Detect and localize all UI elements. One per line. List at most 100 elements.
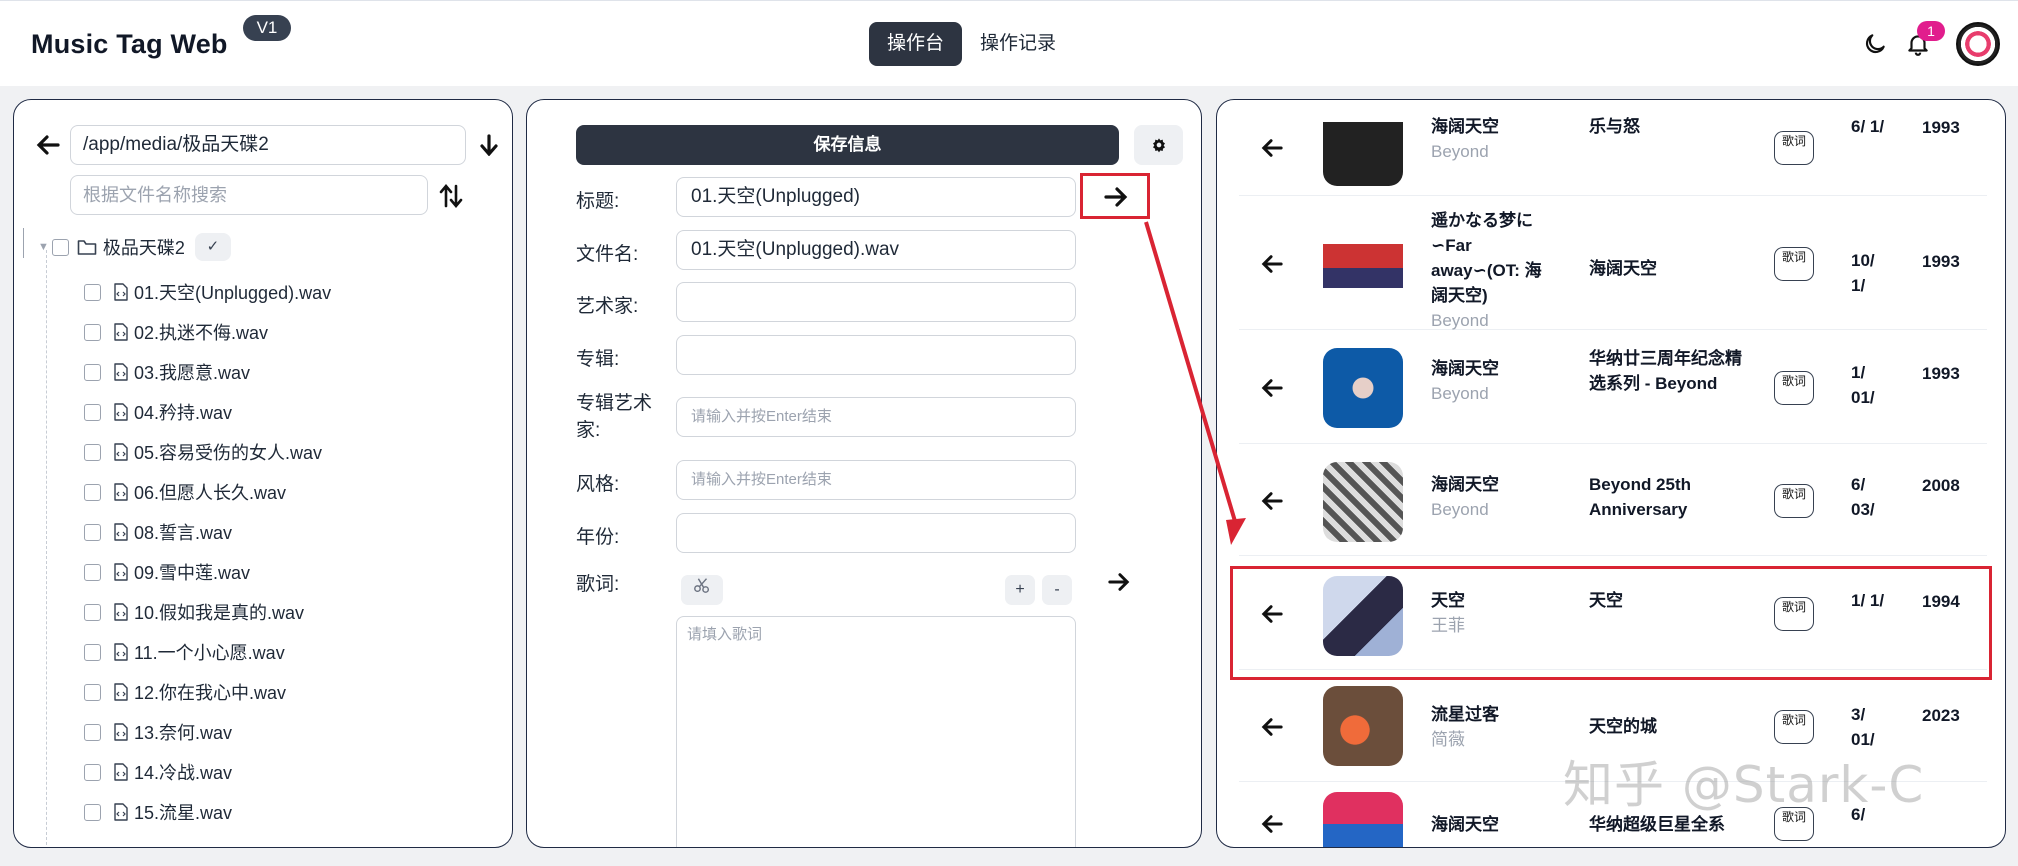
file-item[interactable]: 03.我愿意.wav xyxy=(84,352,331,392)
file-item[interactable]: 01.天空(Unplugged).wav xyxy=(84,272,331,312)
moon-icon[interactable] xyxy=(1862,31,1888,57)
title-field[interactable]: 01.天空(Unplugged) xyxy=(676,177,1076,217)
song-date: 1/ 01/ xyxy=(1851,363,1875,407)
song-result-row[interactable]: 海阔天空 Beyond 乐与怒 歌词 6/ 1/1993 xyxy=(1239,100,1987,196)
file-checkbox[interactable] xyxy=(84,403,101,421)
song-artist: Beyond xyxy=(1431,142,1489,161)
check-icon[interactable]: ✓ xyxy=(194,233,231,261)
lyrics-offset-minus-button[interactable]: - xyxy=(1042,575,1072,605)
app-title[interactable]: Music Tag Web xyxy=(31,29,228,60)
audio-file-icon xyxy=(114,683,128,701)
song-title-block: 海阔天空 Beyond xyxy=(1431,472,1551,522)
file-list: 01.天空(Unplugged).wav 02.执迷不侮.wav 03.我愿意.wa… xyxy=(84,272,331,832)
audio-file-icon xyxy=(114,443,128,461)
file-checkbox[interactable] xyxy=(84,563,101,581)
lyrics-badge[interactable]: 歌词 xyxy=(1774,247,1814,281)
highlight-box xyxy=(1230,566,1992,680)
arrow-left-icon[interactable] xyxy=(1261,491,1283,511)
lyrics-textarea[interactable]: 请填入歌词 xyxy=(676,616,1076,847)
album-cover-image xyxy=(1323,348,1403,428)
file-item[interactable]: 13.奈何.wav xyxy=(84,712,331,752)
tab-operation-log[interactable]: 操作记录 xyxy=(962,22,1074,66)
song-title-block: 流星过客 简薇 xyxy=(1431,702,1551,752)
lyrics-badge[interactable]: 歌词 xyxy=(1774,371,1814,405)
settings-button[interactable] xyxy=(1134,125,1183,165)
lyrics-tool-button[interactable] xyxy=(681,575,723,605)
file-item[interactable]: 02.执迷不侮.wav xyxy=(84,312,331,352)
file-item[interactable]: 14.冷战.wav xyxy=(84,752,331,792)
file-name: 03.我愿意.wav xyxy=(134,363,251,383)
caret-down-icon[interactable]: ▼ xyxy=(38,241,49,253)
file-checkbox[interactable] xyxy=(84,283,101,301)
save-info-button[interactable]: 保存信息 xyxy=(576,125,1119,165)
file-item[interactable]: 09.雪中莲.wav xyxy=(84,552,331,592)
song-title-block: 遥かなる梦に∽Far away∽(OT: 海阔天空) Beyond xyxy=(1431,208,1551,333)
file-name: 15.流星.wav xyxy=(134,803,233,823)
year-field[interactable] xyxy=(676,513,1076,553)
song-result-row[interactable]: 海阔天空 Beyond 华纳廿三周年纪念精选系列 - Beyond 歌词 1/ 01/1… xyxy=(1239,332,1987,444)
file-item[interactable]: 11.一个小心愿.wav xyxy=(84,632,331,672)
arrow-left-icon[interactable] xyxy=(1261,378,1283,398)
album-cover-image xyxy=(1323,686,1403,766)
search-results-panel: 海阔天空 Beyond 乐与怒 歌词 6/ 1/1993 遥かなる梦に∽Far away∽… xyxy=(1216,99,2006,848)
artist-field[interactable] xyxy=(676,282,1076,322)
album-cover-image xyxy=(1323,106,1403,186)
file-checkbox[interactable] xyxy=(84,763,101,781)
file-item[interactable]: 10.假如我是真的.wav xyxy=(84,592,331,632)
filename-label: 文件名: xyxy=(576,244,639,265)
lyrics-badge[interactable]: 歌词 xyxy=(1774,131,1814,165)
album-artist-field[interactable]: 请输入并按Enter结束 xyxy=(676,397,1076,437)
tab-console[interactable]: 操作台 xyxy=(869,22,963,66)
avatar[interactable] xyxy=(1956,22,2000,66)
sort-icon[interactable] xyxy=(438,183,464,209)
file-item[interactable]: 08.誓言.wav xyxy=(84,512,331,552)
song-title: 海阔天空 xyxy=(1431,359,1499,378)
file-checkbox[interactable] xyxy=(84,483,101,501)
song-artist: 简薇 xyxy=(1431,730,1465,749)
filename-field[interactable]: 01.天空(Unplugged).wav xyxy=(676,230,1076,270)
arrow-down-icon[interactable] xyxy=(480,134,498,156)
song-result-row[interactable]: 遥かなる梦に∽Far away∽(OT: 海阔天空) Beyond 海阔天空 歌词 10… xyxy=(1239,198,1987,330)
folder-node[interactable]: ▼ 极品天碟2 ✓ xyxy=(38,232,231,262)
audio-file-icon xyxy=(114,323,128,341)
file-checkbox[interactable] xyxy=(84,603,101,621)
file-item[interactable]: 12.你在我心中.wav xyxy=(84,672,331,712)
lyrics-badge[interactable]: 歌词 xyxy=(1774,710,1814,744)
arrow-left-icon[interactable] xyxy=(1261,138,1283,158)
file-name: 14.冷战.wav xyxy=(134,763,233,783)
file-checkbox[interactable] xyxy=(84,723,101,741)
audio-file-icon xyxy=(114,363,128,381)
song-result-row[interactable]: 海阔天空 Beyond Beyond 25th Anniversary 歌词 6/ 03… xyxy=(1239,446,1987,556)
album-field[interactable] xyxy=(676,335,1076,375)
file-name: 04.矜持.wav xyxy=(134,403,233,423)
file-name: 06.但愿人长久.wav xyxy=(134,483,287,503)
lyrics-offset-plus-button[interactable]: + xyxy=(1005,575,1035,605)
path-input[interactable]: /app/media/极品天碟2 xyxy=(70,125,466,165)
file-checkbox[interactable] xyxy=(84,643,101,661)
arrow-left-icon[interactable] xyxy=(1261,717,1283,737)
file-checkbox[interactable] xyxy=(84,443,101,461)
file-item[interactable]: 04.矜持.wav xyxy=(84,392,331,432)
file-checkbox[interactable] xyxy=(84,683,101,701)
audio-file-icon xyxy=(114,283,128,301)
file-item[interactable]: 05.容易受伤的女人.wav xyxy=(84,432,331,472)
tree-guide xyxy=(46,250,47,847)
scissors-icon xyxy=(694,578,710,593)
arrow-left-icon[interactable] xyxy=(1261,254,1283,274)
folder-checkbox[interactable] xyxy=(51,238,69,256)
file-checkbox[interactable] xyxy=(84,803,101,821)
file-checkbox[interactable] xyxy=(84,523,101,541)
lyrics-badge[interactable]: 歌词 xyxy=(1774,484,1814,518)
arrow-left-icon[interactable] xyxy=(1261,814,1283,834)
arrow-left-icon[interactable] xyxy=(36,135,60,155)
apply-lyrics-arrow-icon[interactable] xyxy=(1108,572,1130,592)
song-year: 1993 xyxy=(1922,252,1960,271)
file-name: 12.你在我心中.wav xyxy=(134,683,287,703)
file-checkbox[interactable] xyxy=(84,363,101,381)
filename-search-input[interactable]: 根据文件名称搜索 xyxy=(70,175,428,215)
file-item[interactable]: 06.但愿人长久.wav xyxy=(84,472,331,512)
tree-guide xyxy=(23,228,24,258)
file-item[interactable]: 15.流星.wav xyxy=(84,792,331,832)
genre-field[interactable]: 请输入并按Enter结束 xyxy=(676,460,1076,500)
file-checkbox[interactable] xyxy=(84,323,101,341)
